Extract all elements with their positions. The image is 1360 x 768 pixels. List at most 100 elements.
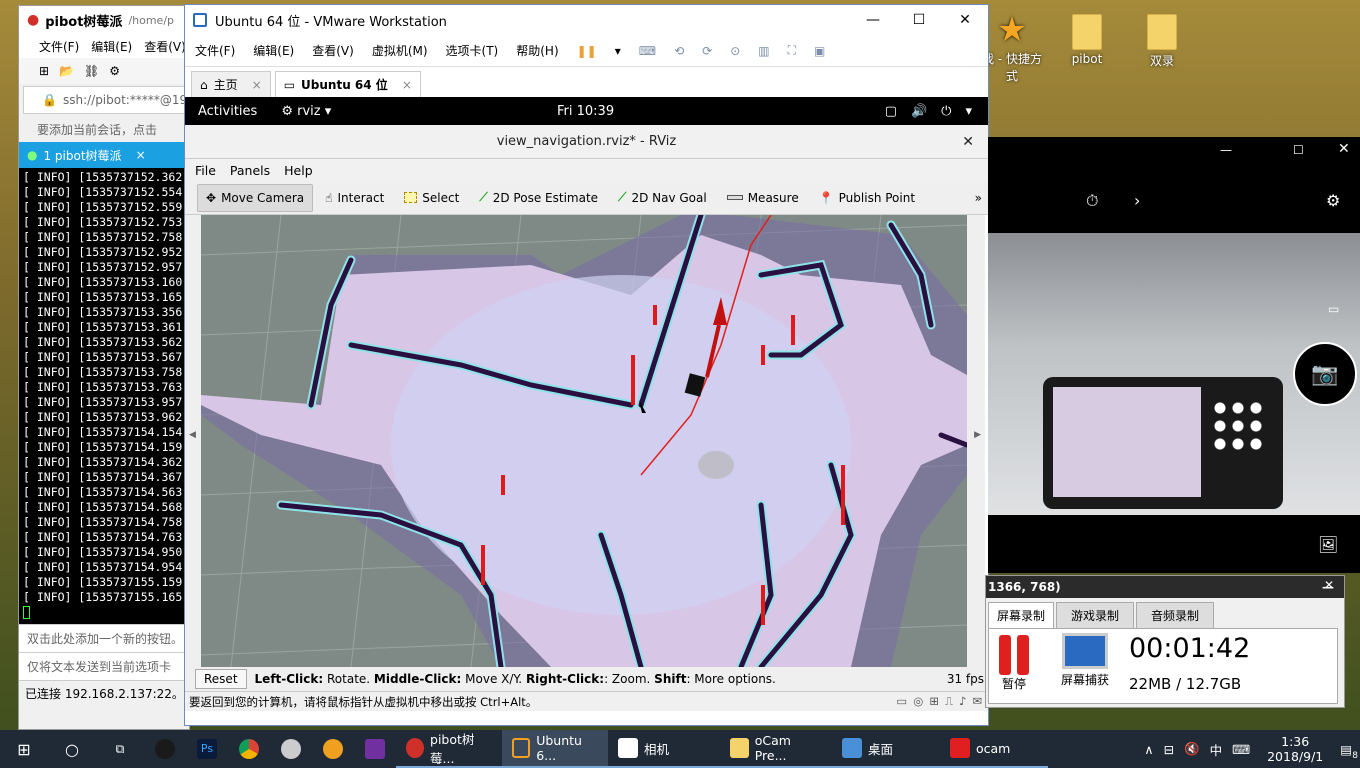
- revert-icon[interactable]: ⟳: [702, 44, 712, 58]
- close-icon[interactable]: ✕: [1338, 141, 1350, 157]
- pinned-app-orange[interactable]: [312, 730, 354, 768]
- maximize-icon[interactable]: ☐: [1293, 143, 1304, 157]
- reset-button[interactable]: Reset: [195, 669, 247, 689]
- close-icon[interactable]: ✕: [1324, 578, 1334, 592]
- close-icon[interactable]: ✕: [962, 134, 974, 150]
- fullscreen-icon[interactable]: ⛶: [788, 43, 796, 58]
- vmware-menu-view[interactable]: 查看(V): [312, 42, 354, 59]
- tool-move-camera[interactable]: ✥ Move Camera: [197, 183, 314, 212]
- pinned-app-robot[interactable]: [270, 730, 312, 768]
- settings-icon[interactable]: ⚙: [109, 64, 120, 78]
- tool-measure[interactable]: Measure: [719, 184, 807, 212]
- xshell-quick-command-bar[interactable]: 双击此处添加一个新的按钮。: [19, 624, 189, 652]
- xshell-tab[interactable]: ● 1 pibot树莓派 ×: [19, 142, 189, 168]
- close-tab-icon[interactable]: ×: [402, 78, 412, 92]
- task-view-button[interactable]: ⧉: [96, 730, 144, 768]
- screen-capture-button[interactable]: 屏幕捕获: [1061, 633, 1109, 688]
- tab-home[interactable]: ⌂ 主页 ×: [191, 71, 271, 97]
- rviz-menu-file[interactable]: File: [195, 163, 216, 178]
- maximize-icon[interactable]: ☐: [896, 5, 942, 35]
- video-mode-icon[interactable]: ▭: [1328, 302, 1339, 316]
- xshell-send-bar[interactable]: 仅将文本发送到当前选项卡: [19, 652, 189, 680]
- network-icon[interactable]: ⊟: [1164, 742, 1174, 757]
- xshell-menu-edit[interactable]: 编辑(E): [91, 38, 132, 55]
- activities-button[interactable]: Activities: [198, 104, 257, 119]
- open-folder-icon[interactable]: 📂: [59, 64, 74, 78]
- terminal-output[interactable]: [ INFO] [1535737152.362[ INFO] [15357371…: [19, 168, 189, 624]
- close-tab-icon[interactable]: ×: [136, 148, 146, 162]
- keyboard-icon[interactable]: ⌨: [1232, 742, 1250, 757]
- xshell-window[interactable]: ● pibot树莓派 /home/p 文件(F) 编辑(E) 查看(V) ⊞ 📂…: [18, 5, 195, 730]
- pinned-hex-editor[interactable]: [354, 730, 396, 768]
- left-panel-handle-icon[interactable]: ◀: [189, 430, 196, 440]
- link-icon[interactable]: ⛓: [84, 64, 99, 78]
- xshell-titlebar[interactable]: ● pibot树莓派 /home/p: [19, 6, 189, 34]
- minimize-icon[interactable]: —: [850, 5, 896, 35]
- gnome-clock[interactable]: Fri 10:39: [557, 104, 614, 119]
- taskbar-vmware[interactable]: Ubuntu 6...: [502, 730, 608, 768]
- close-tab-icon[interactable]: ×: [252, 78, 262, 92]
- pause-icon[interactable]: ❚❚: [577, 44, 597, 58]
- gallery-icon[interactable]: 🖼: [1318, 535, 1338, 554]
- send-keys-icon[interactable]: ⌨: [639, 44, 656, 58]
- vmware-titlebar[interactable]: Ubuntu 64 位 - VMware Workstation — ☐ ✕: [185, 5, 988, 35]
- sidebar-toggle-icon[interactable]: ▥: [758, 44, 769, 58]
- tool-2d-nav-goal[interactable]: ⟋ 2D Nav Goal: [610, 184, 715, 212]
- ocam-window[interactable]: 1366, 768) — ✕ 屏幕录制 游戏录制 音频录制 暂停 屏幕捕获 00…: [985, 575, 1345, 708]
- snapshot-manager-icon[interactable]: ⊙: [730, 44, 740, 58]
- tab-audio-record[interactable]: 音频录制: [1136, 602, 1215, 628]
- taskbar-camera[interactable]: 相机: [608, 730, 720, 768]
- clock[interactable]: 1:36 2018/9/1: [1260, 734, 1330, 764]
- right-panel-handle-icon[interactable]: ▶: [974, 430, 981, 440]
- taskbar-xshell[interactable]: pibot树莓...: [396, 730, 502, 768]
- rviz-app-menu[interactable]: ⚙ rviz ▾: [281, 104, 331, 119]
- rviz-menu-help[interactable]: Help: [284, 163, 313, 178]
- ocam-titlebar[interactable]: 1366, 768) —: [986, 576, 1344, 598]
- close-icon[interactable]: ✕: [942, 5, 988, 35]
- toolbar-overflow-icon[interactable]: »: [975, 191, 982, 205]
- camera-window[interactable]: — ☐ ✕ ⏱ › ⚙ 📷 ▭ 🖼: [988, 137, 1360, 573]
- tab-ubuntu[interactable]: ▭ Ubuntu 64 位 ×: [274, 71, 421, 97]
- unity-icon[interactable]: ▣: [814, 44, 825, 58]
- xshell-address-field[interactable]: 🔒 ssh://pibot:*****@192: [23, 86, 195, 114]
- xshell-session-hint[interactable]: 要添加当前会话，点击: [19, 116, 189, 142]
- chevron-up-icon[interactable]: ∧: [1144, 742, 1153, 757]
- new-session-icon[interactable]: ⊞: [39, 64, 49, 78]
- desktop-icon-shortcut[interactable]: ★ 我 - 快捷方式: [980, 10, 1044, 84]
- pause-button[interactable]: 暂停: [999, 635, 1029, 692]
- vmware-window[interactable]: Ubuntu 64 位 - VMware Workstation — ☐ ✕ 文…: [184, 4, 989, 726]
- notification-center[interactable]: ▤ 8: [1340, 742, 1358, 761]
- tool-2d-pose-estimate[interactable]: ⟋ 2D Pose Estimate: [471, 184, 606, 212]
- taskbar-ocam-preview[interactable]: oCam Pre...: [720, 730, 832, 768]
- chevron-right-icon[interactable]: ›: [1134, 191, 1140, 210]
- rviz-menu-panels[interactable]: Panels: [230, 163, 270, 178]
- rviz-titlebar[interactable]: view_navigation.rviz* - RViz ✕: [185, 125, 988, 159]
- tab-game-record[interactable]: 游戏录制: [1056, 602, 1135, 628]
- vmware-menu-file[interactable]: 文件(F): [195, 42, 235, 59]
- occupancy-map[interactable]: [201, 215, 967, 667]
- pinned-chrome[interactable]: [228, 730, 270, 768]
- photo-capture-button[interactable]: 📷: [1293, 342, 1357, 406]
- desktop-icon-shuanglu[interactable]: 双录: [1130, 14, 1194, 69]
- taskbar-ocam[interactable]: ocam: [940, 730, 1048, 768]
- tab-screen-record[interactable]: 屏幕录制: [988, 602, 1055, 628]
- search-button[interactable]: ○: [48, 730, 96, 768]
- tool-interact[interactable]: ☝ Interact: [317, 184, 392, 212]
- vmware-menu-tabs[interactable]: 选项卡(T): [446, 42, 499, 59]
- start-button[interactable]: ⊞: [0, 730, 48, 768]
- ime-indicator[interactable]: 中: [1210, 740, 1223, 759]
- xshell-menu-file[interactable]: 文件(F): [39, 38, 79, 55]
- device-icons[interactable]: ▭ ◎ ⊞ ⎍ ♪ ✉: [896, 694, 988, 709]
- vmware-menu-vm[interactable]: 虚拟机(M): [372, 42, 428, 59]
- xshell-menu-view[interactable]: 查看(V): [144, 38, 186, 55]
- pinned-photoshop[interactable]: Ps: [186, 730, 228, 768]
- vmware-menu-help[interactable]: 帮助(H): [516, 42, 558, 59]
- snapshot-icon[interactable]: ⟲: [674, 44, 684, 58]
- desktop-icon-pibot[interactable]: pibot: [1055, 14, 1119, 66]
- rviz-3d-view[interactable]: ◀ ▶: [185, 215, 985, 667]
- vmware-menu-edit[interactable]: 编辑(E): [253, 42, 294, 59]
- timer-icon[interactable]: ⏱: [1086, 191, 1098, 211]
- system-tray[interactable]: ▢ 🔊 ⏻ ▾: [885, 104, 972, 119]
- taskbar-desktop[interactable]: 桌面: [832, 730, 940, 768]
- tool-publish-point[interactable]: 📍 Publish Point: [811, 184, 923, 212]
